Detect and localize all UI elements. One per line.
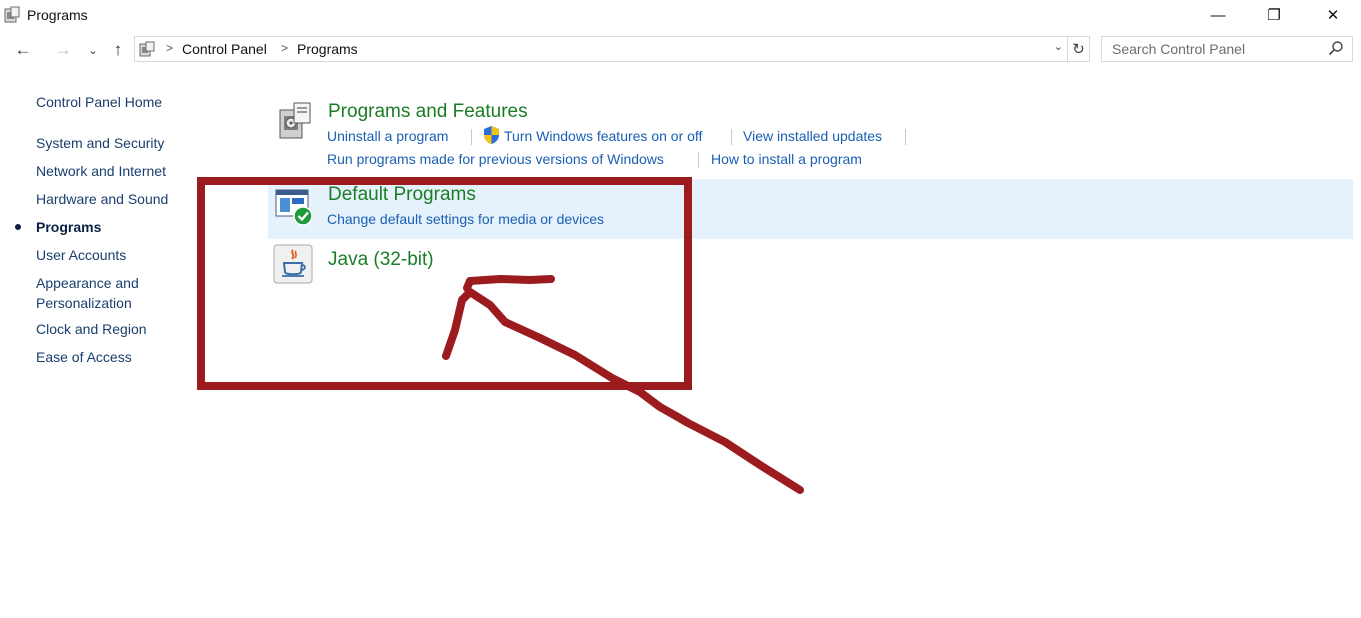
link-separator — [471, 129, 472, 145]
control-panel-icon — [4, 6, 20, 23]
java-icon[interactable] — [272, 243, 314, 285]
search-input[interactable] — [1110, 40, 1324, 58]
sidebar-item-network-internet[interactable]: Network and Internet — [36, 161, 166, 181]
control-panel-icon — [139, 41, 155, 57]
address-bar[interactable]: > Control Panel > Programs ⌄ — [134, 36, 1068, 62]
search-box[interactable] — [1101, 36, 1353, 62]
minimize-button[interactable]: — — [1195, 0, 1241, 30]
sidebar-control-panel-home[interactable]: Control Panel Home — [36, 92, 162, 112]
back-button[interactable]: ← — [12, 38, 34, 62]
sidebar-item-user-accounts[interactable]: User Accounts — [36, 245, 126, 265]
maximize-button[interactable]: ❐ — [1251, 0, 1297, 30]
annotation-arrow — [442, 275, 804, 494]
sidebar-item-clock-region[interactable]: Clock and Region — [36, 319, 147, 339]
breadcrumb-programs[interactable]: Programs — [297, 41, 358, 57]
breadcrumb-control-panel[interactable]: Control Panel — [182, 41, 267, 57]
annotation-overlay — [197, 177, 804, 494]
windows-features-link[interactable]: Turn Windows features on or off — [504, 128, 702, 144]
breadcrumb-separator[interactable]: > — [281, 41, 288, 55]
sidebar-item-personalization[interactable]: Personalization — [36, 293, 132, 313]
programs-features-icon[interactable] — [274, 100, 316, 142]
forward-button[interactable]: → — [52, 38, 74, 62]
sidebar-item-programs[interactable]: Programs — [36, 217, 101, 237]
address-dropdown-button[interactable]: ⌄ — [1054, 40, 1063, 53]
uninstall-program-link[interactable]: Uninstall a program — [327, 128, 448, 144]
link-separator — [731, 129, 732, 145]
window-title: Programs — [27, 7, 88, 23]
view-installed-updates-link[interactable]: View installed updates — [743, 128, 882, 144]
sidebar-item-hardware-sound[interactable]: Hardware and Sound — [36, 189, 168, 209]
search-icon[interactable] — [1328, 40, 1344, 56]
change-default-settings-link[interactable]: Change default settings for media or dev… — [327, 211, 604, 227]
refresh-button[interactable]: ↻ — [1068, 36, 1090, 62]
recent-locations-button[interactable]: ⌄ — [82, 38, 104, 62]
run-older-programs-link[interactable]: Run programs made for previous versions … — [327, 151, 664, 167]
close-button[interactable]: ✕ — [1310, 0, 1356, 30]
link-separator — [698, 152, 699, 168]
breadcrumb-separator[interactable]: > — [166, 41, 173, 55]
default-programs-icon[interactable] — [274, 186, 316, 228]
navigation-bar: ← → ⌄ ↑ > Control Panel > Programs ⌄ ↻ — [0, 34, 1361, 66]
sidebar-item-system-security[interactable]: System and Security — [36, 133, 164, 153]
up-button[interactable]: ↑ — [107, 38, 129, 62]
uac-shield-icon — [484, 126, 499, 144]
link-separator — [905, 129, 906, 145]
default-programs-title[interactable]: Default Programs — [328, 184, 476, 206]
title-bar: Programs — ❐ ✕ — [0, 0, 1361, 30]
sidebar-item-ease-of-access[interactable]: Ease of Access — [36, 347, 132, 367]
programs-features-title[interactable]: Programs and Features — [328, 101, 528, 123]
current-item-bullet — [15, 224, 21, 230]
java-title[interactable]: Java (32-bit) — [328, 249, 434, 271]
sidebar-item-appearance[interactable]: Appearance and — [36, 273, 139, 293]
how-to-install-link[interactable]: How to install a program — [711, 151, 862, 167]
